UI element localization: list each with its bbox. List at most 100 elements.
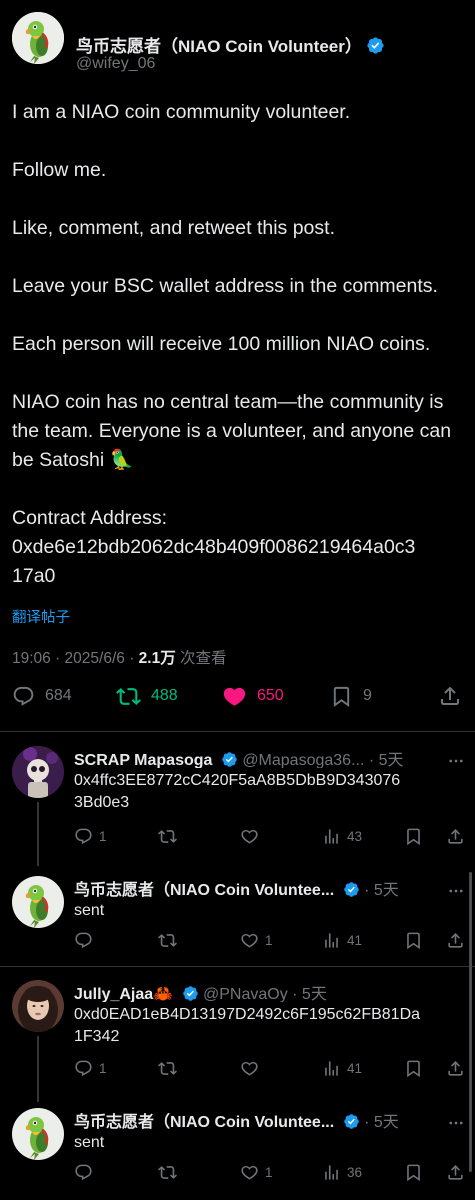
share-button[interactable] — [446, 824, 471, 848]
reply-avatar[interactable] — [12, 746, 64, 798]
reply-avatar[interactable] — [12, 980, 64, 1032]
post-actions: 684 488 650 9 — [12, 680, 464, 712]
reply-author-name[interactable]: SCRAP Mapasoga — [74, 752, 212, 768]
post-paragraph: Each person will receive 100 million NIA… — [12, 333, 431, 355]
parrot-icon — [12, 12, 64, 64]
reply-avatar[interactable] — [12, 1108, 64, 1160]
reply-time[interactable]: · 5天 — [292, 986, 327, 1002]
thread-line — [37, 802, 39, 866]
reply-text-line: 0xd0EAD1eB4D13197D2492c6F195c62FB81Da — [74, 1006, 421, 1023]
reply-text: sent — [74, 1132, 466, 1154]
post-text: I am a NIAO coin community volunteer. Fo… — [12, 98, 464, 591]
verified-badge-icon — [343, 1113, 360, 1130]
views-count: 41 — [347, 1060, 363, 1076]
repost-button[interactable]: 488 — [116, 680, 178, 712]
reply-author-handle[interactable]: @Mapasoga36... — [242, 752, 364, 768]
reply-button[interactable] — [74, 928, 99, 952]
bookmark-icon — [404, 1163, 423, 1182]
repost-button[interactable] — [158, 928, 183, 952]
views-button[interactable]: 43 — [322, 824, 362, 848]
views-count: 43 — [347, 828, 363, 844]
like-button[interactable] — [240, 824, 265, 848]
reply-icon — [12, 685, 35, 708]
reply-item[interactable]: 鸟币志愿者（NIAO Coin Voluntee... · 5天 sent 1 … — [0, 876, 475, 966]
reply-item[interactable]: Jully_Ajaa🦀 @PNavaOy · 5天 0xd0EAD1eB4D13… — [0, 980, 475, 1094]
views-button[interactable]: 36 — [322, 1160, 362, 1184]
reply-button[interactable] — [74, 1160, 99, 1184]
contract-block: Contract Address: 0xde6e12bdb2062dc48b40… — [12, 504, 464, 591]
bookmark-icon — [404, 1059, 423, 1078]
share-button[interactable] — [446, 1056, 471, 1080]
reply-button[interactable]: 684 — [12, 680, 72, 712]
reply-text-line: sent — [74, 902, 105, 919]
reply-icon — [74, 1059, 93, 1078]
views-count: 2.1万 — [138, 650, 176, 667]
share-button[interactable] — [446, 1160, 471, 1184]
reply-time[interactable]: · 5天 — [364, 1114, 399, 1130]
bookmark-button[interactable] — [404, 928, 429, 952]
share-icon — [446, 1163, 465, 1182]
more-icon[interactable] — [447, 1114, 465, 1132]
reply-item[interactable]: 鸟币志愿者（NIAO Coin Voluntee... · 5天 sent 1 … — [0, 1108, 475, 1198]
repost-button[interactable] — [158, 1160, 183, 1184]
parrot-icon — [12, 876, 64, 928]
repost-button[interactable] — [158, 1056, 183, 1080]
views-icon — [322, 931, 341, 950]
like-count: 1 — [265, 932, 273, 948]
reply-button[interactable]: 1 — [74, 1056, 107, 1080]
like-count: 1 — [265, 1164, 273, 1180]
scrollbar-thumb[interactable] — [469, 872, 472, 1172]
bookmark-button[interactable] — [404, 824, 429, 848]
bookmark-icon — [404, 931, 423, 950]
bookmark-icon — [330, 685, 353, 708]
reply-author-handle[interactable]: @PNavaOy — [203, 986, 288, 1002]
post-timestamp[interactable]: 19:06 · 2025/6/6 · — [12, 650, 139, 667]
reply-button[interactable]: 1 — [74, 824, 107, 848]
reply-time[interactable]: · 5天 — [364, 882, 399, 898]
views-button[interactable]: 41 — [322, 928, 362, 952]
bookmark-button[interactable] — [404, 1056, 429, 1080]
like-button[interactable]: 1 — [240, 928, 273, 952]
views-count: 41 — [347, 932, 363, 948]
reply-item[interactable]: SCRAP Mapasoga @Mapasoga36... · 5天 0x4ff… — [0, 746, 475, 860]
views-count: 36 — [347, 1164, 363, 1180]
share-icon — [446, 827, 465, 846]
bookmark-button[interactable]: 9 — [330, 680, 372, 712]
like-count: 650 — [257, 687, 284, 704]
share-button[interactable] — [446, 928, 471, 952]
bookmark-button[interactable] — [404, 1160, 429, 1184]
reply-text: 0xd0EAD1eB4D13197D2492c6F195c62FB81Da 1F… — [74, 1004, 466, 1048]
reply-avatar[interactable] — [12, 876, 64, 928]
heart-icon — [240, 1059, 259, 1078]
reply-author-name[interactable]: Jully_Ajaa🦀 — [74, 986, 173, 1002]
repost-button[interactable] — [158, 824, 183, 848]
views-icon — [322, 827, 341, 846]
more-icon[interactable] — [447, 882, 465, 900]
like-button[interactable]: 1 — [240, 1160, 273, 1184]
reply-actions: 1 43 — [74, 824, 466, 848]
divider — [0, 731, 475, 732]
reply-time[interactable]: · 5天 — [369, 752, 404, 768]
reply-text-line: 0x4ffc3EE8772cC420F5aA8B5DbB9D343076 — [74, 772, 401, 789]
like-button[interactable]: 650 — [222, 680, 284, 712]
skull-avatar-icon — [12, 746, 64, 798]
like-button[interactable] — [240, 1056, 265, 1080]
more-icon[interactable] — [447, 752, 465, 770]
reply-text-line: 1F342 — [74, 1028, 120, 1045]
reply-header: Jully_Ajaa🦀 @PNavaOy · 5天 — [74, 980, 464, 1002]
post-paragraph: Follow me. — [12, 159, 107, 181]
author-name[interactable]: 鸟币志愿者（NIAO Coin Volunteer） — [76, 32, 385, 57]
share-icon — [438, 684, 462, 708]
views-button[interactable]: 41 — [322, 1056, 362, 1080]
reply-author-name[interactable]: 鸟币志愿者（NIAO Coin Voluntee... — [74, 882, 334, 898]
reply-icon — [74, 827, 93, 846]
translate-post-link[interactable]: 翻译帖子 — [12, 606, 70, 627]
post-meta: 19:06 · 2025/6/6 · 2.1万 次查看 — [12, 646, 227, 668]
reply-author-name[interactable]: 鸟币志愿者（NIAO Coin Voluntee... — [74, 1114, 334, 1130]
reply-count: 1 — [99, 1060, 107, 1076]
author-handle[interactable]: @wifey_06 — [76, 55, 155, 73]
reply-text-line: 3Bd0e3 — [74, 794, 130, 811]
share-button[interactable] — [438, 680, 472, 712]
author-avatar[interactable] — [12, 12, 64, 64]
repost-icon — [158, 1059, 177, 1078]
